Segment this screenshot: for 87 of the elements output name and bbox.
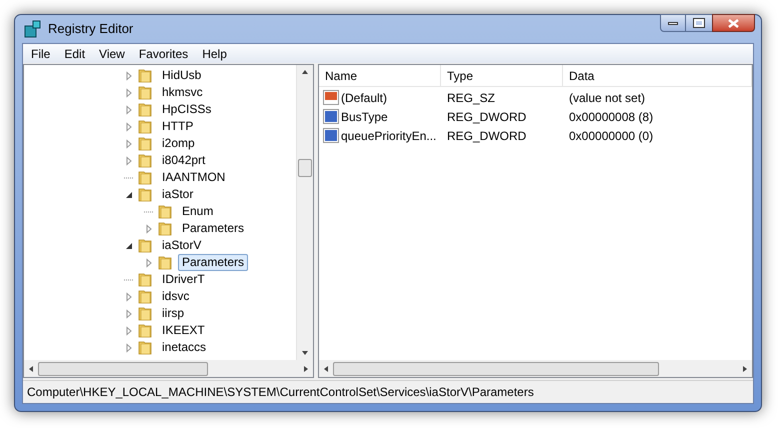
value-data: (value not set) [569,90,646,104]
folder-icon [138,187,154,202]
expand-arrow-icon[interactable] [124,292,134,302]
minimize-button[interactable] [660,14,686,32]
column-header[interactable]: Data [563,65,752,87]
expand-arrow-icon[interactable] [124,138,134,148]
folder-icon [138,85,154,100]
value-data: 0x00000000 (0) [569,128,654,142]
horizontal-scrollbar[interactable] [319,360,752,377]
folder-icon [138,68,154,83]
scroll-up-arrow-icon[interactable] [301,68,309,76]
tree-item[interactable]: inetaccs [158,339,210,356]
folder-icon [158,255,174,270]
tree-item[interactable]: IDriverT [158,271,209,288]
folder-icon [138,306,154,321]
collapse-arrow-icon[interactable] [124,190,134,200]
tree-item[interactable]: Enum [178,203,218,220]
folder-icon [138,153,154,168]
expand-arrow-icon[interactable] [124,122,134,132]
registry-cubes-icon [24,20,42,38]
scroll-left-arrow-icon[interactable] [322,364,330,372]
scroll-down-arrow-icon[interactable] [301,349,309,357]
expand-arrow-icon[interactable] [124,156,134,166]
close-button[interactable] [712,14,755,32]
column-header[interactable]: Name [319,65,441,87]
tree-item[interactable]: idsvc [158,288,194,305]
scroll-thumb[interactable] [38,362,208,376]
folder-icon [138,170,154,185]
scroll-thumb[interactable] [333,362,659,376]
value-type: REG_DWORD [447,110,526,124]
value-name[interactable]: BusType [341,108,388,126]
close-icon [728,18,739,28]
folder-icon [138,323,154,338]
value-type: REG_SZ [447,90,496,104]
folder-icon [138,272,154,287]
maximize-button[interactable] [686,14,712,32]
tree-item[interactable]: hkmsvc [158,84,207,101]
folder-icon [138,119,154,134]
binary-value-icon [323,128,339,143]
column-header[interactable]: Type [441,65,563,87]
folder-icon [138,102,154,117]
menu-item[interactable]: View [92,44,132,62]
status-path: Computer\HKEY_LOCAL_MACHINE\SYSTEM\CurrentControlSet\Services\iaStorV\Parameters [27,384,534,401]
menu-item[interactable]: Edit [57,44,92,62]
vertical-scrollbar[interactable] [296,65,313,360]
window-title: Registry Editor [48,20,134,38]
folder-icon [138,238,154,253]
expand-arrow-icon[interactable] [144,224,154,234]
tree-item[interactable]: i8042prt [158,152,210,169]
scroll-left-arrow-icon[interactable] [27,364,35,372]
value-type: REG_DWORD [447,128,526,142]
folder-icon [138,340,154,355]
tree-item[interactable]: HidUsb [158,67,206,84]
menu-item[interactable]: Help [195,44,234,62]
folder-icon [158,221,174,236]
string-value-icon [323,90,339,105]
tree-item[interactable]: iaStor [158,186,198,203]
tree-item[interactable]: iaStorV [158,237,206,254]
expand-arrow-icon[interactable] [124,342,134,352]
binary-value-icon [323,109,339,124]
tree-item[interactable]: IKEEXT [158,322,209,339]
expand-arrow-icon[interactable] [124,70,134,80]
menu-item[interactable]: Favorites [132,44,196,62]
scroll-right-arrow-icon[interactable] [302,364,310,372]
menu-item[interactable]: File [24,44,58,62]
tree-item[interactable]: Parameters [178,254,248,271]
expand-arrow-icon[interactable] [144,258,154,268]
tree-item[interactable]: HpCISSs [158,101,216,118]
tree-item[interactable]: IAANTMON [158,169,230,186]
scroll-right-arrow-icon[interactable] [741,364,749,372]
expand-arrow-icon[interactable] [124,88,134,98]
scroll-thumb[interactable] [298,158,312,176]
value-data: 0x00000008 (8) [569,110,654,124]
folder-icon [158,204,174,219]
tree-item[interactable]: i2omp [158,135,199,152]
folder-icon [138,289,154,304]
value-name[interactable]: (Default) [341,88,388,106]
expand-arrow-icon[interactable] [124,308,134,318]
tree-item[interactable]: HTTP [158,118,198,135]
tree-item[interactable]: iirsp [158,305,188,322]
tree-item[interactable]: Parameters [178,220,248,237]
value-name[interactable]: queuePriorityEn... [341,126,436,144]
expand-arrow-icon[interactable] [124,104,134,114]
collapse-arrow-icon[interactable] [124,240,134,250]
expand-arrow-icon[interactable] [124,326,134,336]
folder-icon [138,136,154,151]
horizontal-scrollbar[interactable] [24,360,313,377]
